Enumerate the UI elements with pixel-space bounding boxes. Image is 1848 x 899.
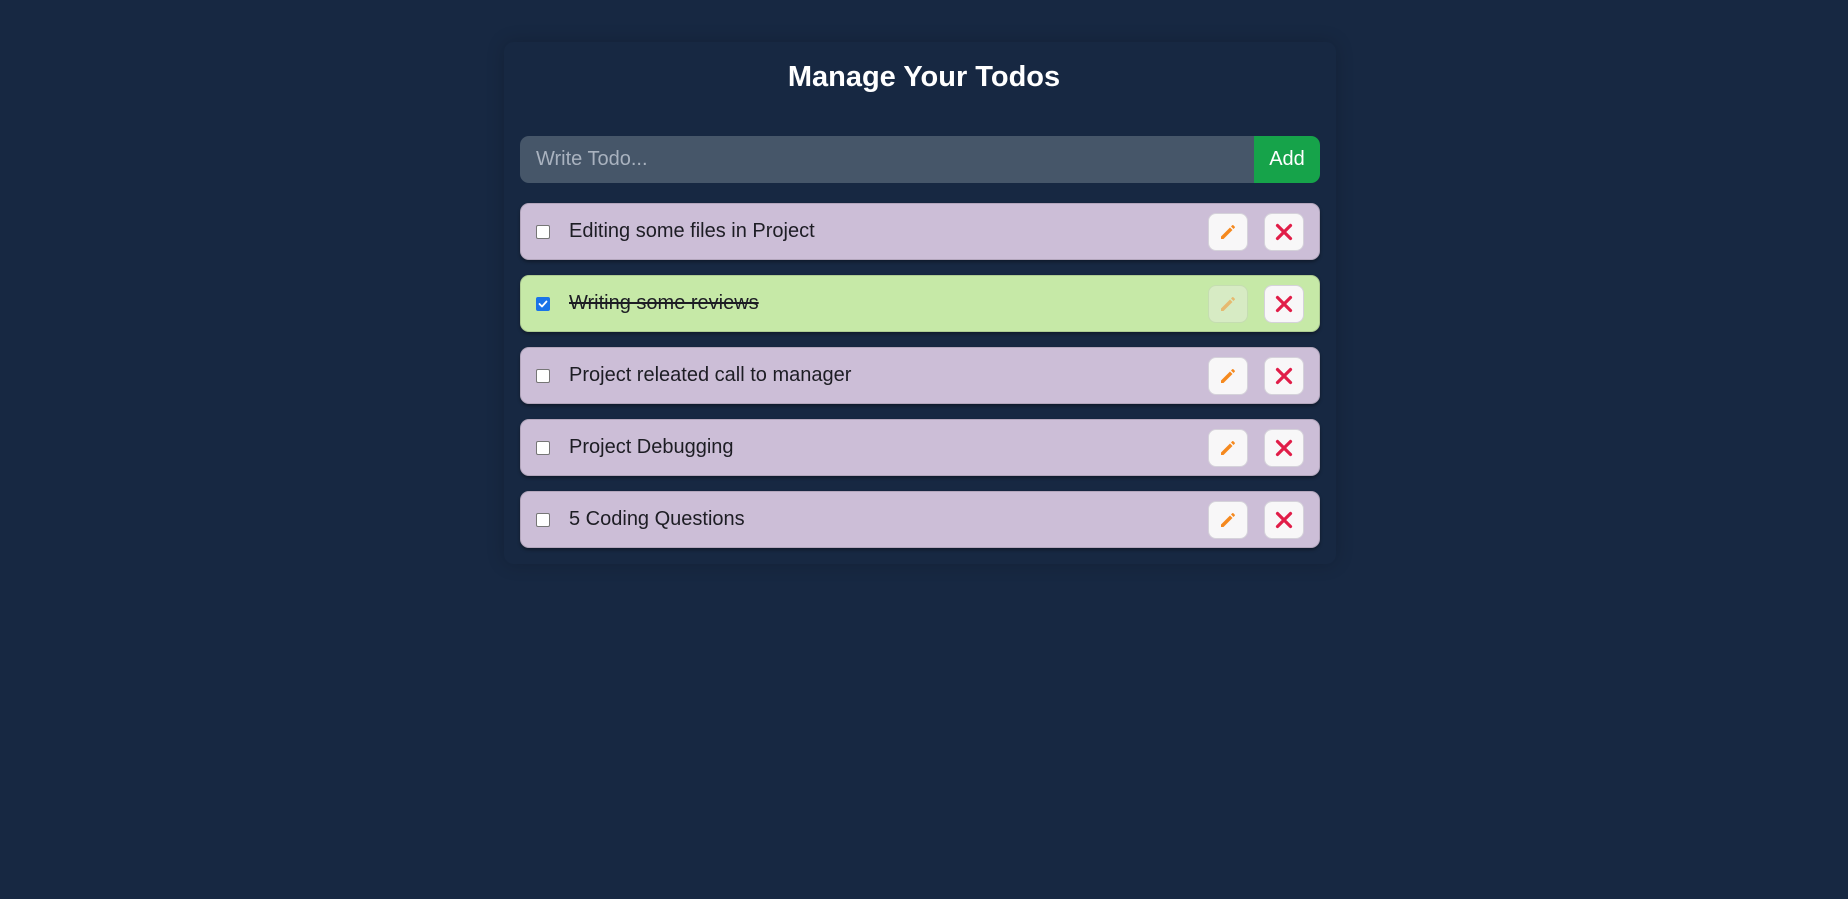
delete-button[interactable] <box>1264 501 1304 539</box>
close-icon <box>1275 367 1293 385</box>
pencil-icon <box>1221 369 1235 383</box>
todo-list: Editing some files in Project Writing so… <box>520 203 1320 563</box>
delete-button[interactable] <box>1264 357 1304 395</box>
todo-form: Add <box>520 136 1320 183</box>
edit-button[interactable] <box>1208 429 1248 467</box>
todo-checkbox[interactable] <box>536 441 550 455</box>
edit-button[interactable] <box>1208 285 1248 323</box>
todo-item: Editing some files in Project <box>520 203 1320 260</box>
pencil-icon <box>1221 513 1235 527</box>
todo-text[interactable]: Project Debugging <box>569 419 734 476</box>
todo-item: Project Debugging <box>520 419 1320 476</box>
edit-button[interactable] <box>1208 357 1248 395</box>
page-title: Manage Your Todos <box>787 61 1061 93</box>
todo-checkbox[interactable] <box>536 369 550 383</box>
pencil-icon <box>1221 297 1235 311</box>
edit-button[interactable] <box>1208 501 1248 539</box>
checkmark-icon <box>538 300 548 308</box>
delete-button[interactable] <box>1264 213 1304 251</box>
todo-item: 5 Coding Questions <box>520 491 1320 548</box>
edit-button[interactable] <box>1208 213 1248 251</box>
pencil-icon <box>1221 441 1235 455</box>
close-icon <box>1275 439 1293 457</box>
add-button[interactable]: Add <box>1254 136 1320 183</box>
todo-text[interactable]: Editing some files in Project <box>569 203 815 260</box>
todo-text[interactable]: Writing some reviews <box>569 275 759 332</box>
todo-input[interactable] <box>520 136 1254 183</box>
close-icon <box>1275 295 1293 313</box>
delete-button[interactable] <box>1264 429 1304 467</box>
todo-checkbox[interactable] <box>536 297 550 311</box>
delete-button[interactable] <box>1264 285 1304 323</box>
todo-item: Writing some reviews <box>520 275 1320 332</box>
close-icon <box>1275 223 1293 241</box>
todo-item: Project releated call to manager <box>520 347 1320 404</box>
todo-text[interactable]: Project releated call to manager <box>569 347 851 404</box>
todo-text[interactable]: 5 Coding Questions <box>569 491 745 548</box>
close-icon <box>1275 511 1293 529</box>
pencil-icon <box>1221 225 1235 239</box>
todo-checkbox[interactable] <box>536 513 550 527</box>
todo-checkbox[interactable] <box>536 225 550 239</box>
